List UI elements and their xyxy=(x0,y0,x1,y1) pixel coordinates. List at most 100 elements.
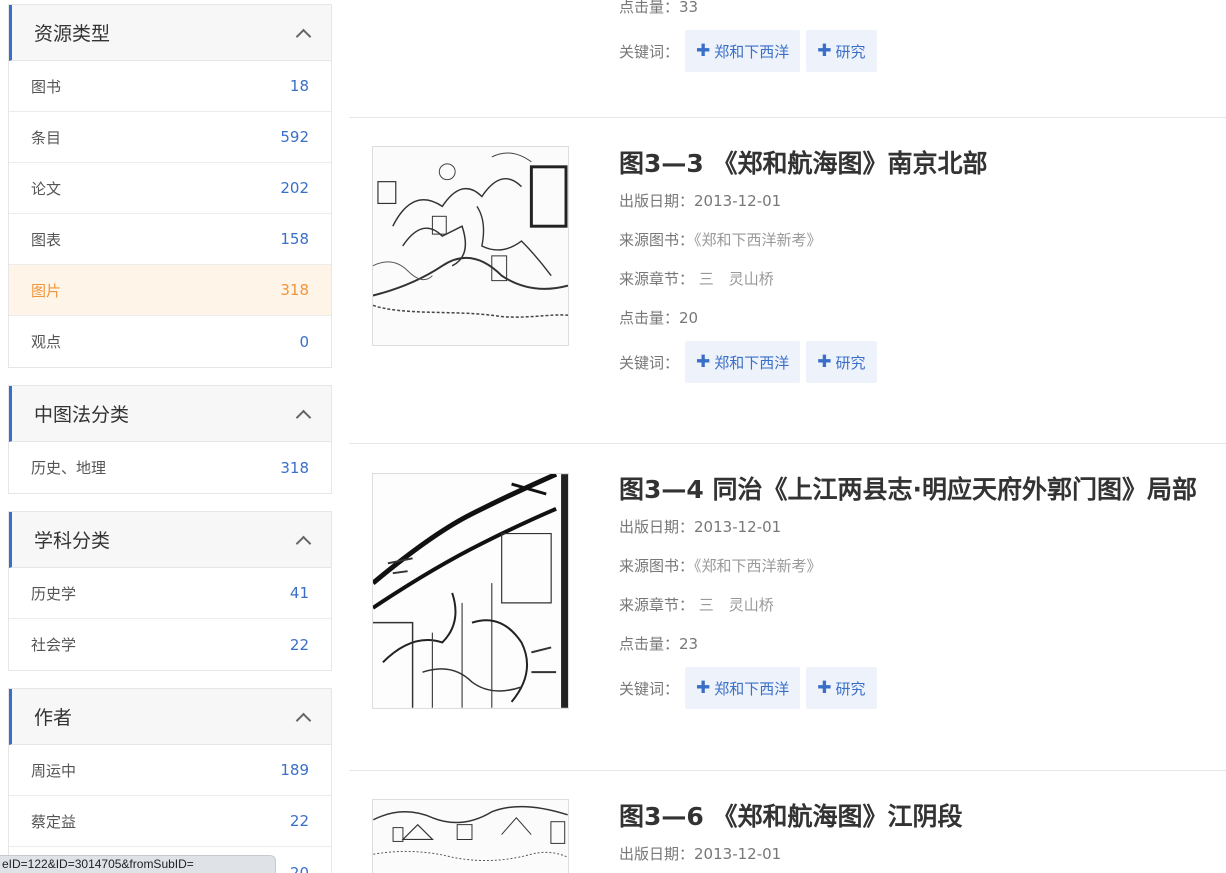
result-info: 点击量：33 关键词： ✚ 郑和下西洋 ✚ 研究 xyxy=(619,0,877,73)
facet-item-author[interactable]: 蔡定益 22 xyxy=(9,796,331,847)
keyword-tag[interactable]: ✚ 研究 xyxy=(806,667,877,709)
keyword-text: 研究 xyxy=(835,679,866,698)
facet-item-paper[interactable]: 论文 202 xyxy=(9,163,331,214)
facet-item-label: 论文 xyxy=(31,179,62,198)
map-thumbnail-image xyxy=(373,474,568,708)
keyword-label: 关键词： xyxy=(619,679,680,698)
facet-item-viewpoint[interactable]: 观点 0 xyxy=(9,316,331,367)
result-title[interactable]: 图3—6 《郑和航海图》江阴段 xyxy=(619,799,963,835)
facet-title: 中图法分类 xyxy=(34,404,130,426)
result-title[interactable]: 图3—3 《郑和航海图》南京北部 xyxy=(619,146,988,182)
facet-header[interactable]: 作者 xyxy=(9,689,331,745)
keyword-text: 郑和下西洋 xyxy=(714,353,790,372)
facet-item-label: 条目 xyxy=(31,128,62,147)
plus-icon: ✚ xyxy=(817,41,832,61)
chevron-up-icon[interactable] xyxy=(297,411,309,423)
keyword-row: 关键词： ✚ 郑和下西洋 ✚ 研究 xyxy=(619,29,877,73)
source-chapter-value: 三 灵山桥 xyxy=(698,596,774,614)
facet-item-label: 历史、地理 xyxy=(31,459,107,477)
keyword-text: 研究 xyxy=(835,353,866,372)
facet-item-label: 蔡定益 xyxy=(31,812,77,831)
source-book-link[interactable]: 《郑和下西洋新考》 xyxy=(694,231,822,249)
facet-subject: 学科分类 历史学 41 社会学 22 xyxy=(8,511,332,671)
source-book-row: 来源图书：《郑和下西洋新考》 xyxy=(619,221,988,260)
result-item: 点击量：33 关键词： ✚ 郑和下西洋 ✚ 研究 xyxy=(349,0,1226,118)
facet-item-count: 158 xyxy=(280,230,309,248)
facet-header[interactable]: 中图法分类 xyxy=(9,386,331,442)
chevron-up-icon[interactable] xyxy=(297,30,309,42)
facet-item-label: 图片 xyxy=(31,281,62,300)
result-thumbnail[interactable] xyxy=(372,146,569,346)
publish-date-row: 出版日期：2013-12-01 xyxy=(619,182,988,221)
facet-item-count: 0 xyxy=(299,332,309,351)
result-item: 图3—3 《郑和航海图》南京北部 出版日期：2013-12-01 来源图书：《郑… xyxy=(349,118,1226,444)
click-count-label: 点击量： xyxy=(619,635,680,653)
result-info: 图3—6 《郑和航海图》江阴段 出版日期：2013-12-01 xyxy=(619,799,963,873)
keyword-tag[interactable]: ✚ 研究 xyxy=(806,30,877,72)
facet-header[interactable]: 资源类型 xyxy=(9,5,331,61)
publish-date-value: 2013-12-01 xyxy=(694,518,782,536)
keyword-tag[interactable]: ✚ 研究 xyxy=(806,341,877,383)
facet-item-count: 202 xyxy=(280,179,309,197)
click-count-value: 20 xyxy=(679,309,699,327)
plus-icon: ✚ xyxy=(696,41,711,61)
result-thumbnail[interactable] xyxy=(372,473,569,709)
keyword-tag[interactable]: ✚ 郑和下西洋 xyxy=(685,30,801,72)
source-chapter-row: 来源章节： 三 灵山桥 xyxy=(619,260,988,299)
facet-item-count: 318 xyxy=(280,281,309,299)
facet-item-image[interactable]: 图片 318 xyxy=(9,265,331,316)
map-thumbnail-image xyxy=(373,800,568,873)
facet-header[interactable]: 学科分类 xyxy=(9,512,331,568)
facet-item-entry[interactable]: 条目 592 xyxy=(9,112,331,163)
click-count-row: 点击量：23 xyxy=(619,625,1197,664)
facet-item-history-geography[interactable]: 历史、地理 318 xyxy=(9,442,331,493)
facet-title: 学科分类 xyxy=(34,530,111,552)
facet-author: 作者 周运中 189 蔡定益 22 20 xyxy=(8,688,332,873)
chevron-up-icon[interactable] xyxy=(297,537,309,549)
facet-item-count: 592 xyxy=(280,128,309,146)
result-thumbnail[interactable] xyxy=(372,799,569,873)
facet-item-label: 社会学 xyxy=(31,636,77,654)
facet-item-count: 189 xyxy=(280,761,309,779)
facet-item-chart[interactable]: 图表 158 xyxy=(9,214,331,265)
facet-item-count: 18 xyxy=(289,77,309,95)
result-info: 图3—4 同治《上江两县志·明应天府外郭门图》局部 出版日期：2013-12-0… xyxy=(619,472,1197,710)
facet-item-history[interactable]: 历史学 41 xyxy=(9,568,331,619)
facet-title: 资源类型 xyxy=(34,23,111,45)
status-bar-url: eID=122&ID=3014705&fromSubID= xyxy=(0,855,276,873)
click-count-value: 23 xyxy=(679,635,699,653)
result-info: 图3—3 《郑和航海图》南京北部 出版日期：2013-12-01 来源图书：《郑… xyxy=(619,146,988,384)
facet-item-label: 图表 xyxy=(31,230,62,249)
facet-item-label: 历史学 xyxy=(31,584,77,603)
result-item: 图3—4 同治《上江两县志·明应天府外郭门图》局部 出版日期：2013-12-0… xyxy=(349,444,1226,771)
publish-date-value: 2013-12-01 xyxy=(694,192,782,210)
result-item: 图3—6 《郑和航海图》江阴段 出版日期：2013-12-01 xyxy=(349,771,1226,873)
chevron-up-icon[interactable] xyxy=(297,714,309,726)
facet-item-book[interactable]: 图书 18 xyxy=(9,61,331,112)
keyword-row: 关键词： ✚ 郑和下西洋 ✚ 研究 xyxy=(619,666,1197,710)
source-chapter-label: 来源章节： xyxy=(619,596,695,614)
keyword-tag[interactable]: ✚ 郑和下西洋 xyxy=(685,667,801,709)
facet-sidebar: 资源类型 图书 18 条目 592 论文 202 图表 158 图片 318 观… xyxy=(8,4,332,873)
plus-icon: ✚ xyxy=(696,678,711,698)
facet-item-count: 22 xyxy=(289,635,309,654)
facet-item-label: 周运中 xyxy=(31,761,77,780)
keyword-label: 关键词： xyxy=(619,353,680,372)
facet-item-label: 图书 xyxy=(31,77,62,96)
facet-item-count: 22 xyxy=(289,812,309,830)
source-book-link[interactable]: 《郑和下西洋新考》 xyxy=(694,557,822,575)
keyword-tag[interactable]: ✚ 郑和下西洋 xyxy=(685,341,801,383)
result-title[interactable]: 图3—4 同治《上江两县志·明应天府外郭门图》局部 xyxy=(619,472,1197,508)
facet-item-sociology[interactable]: 社会学 22 xyxy=(9,619,331,670)
publish-date-row: 出版日期：2013-12-01 xyxy=(619,835,963,873)
source-book-label: 来源图书： xyxy=(619,231,695,249)
facet-item-count: 41 xyxy=(289,584,309,602)
publish-date-value: 2013-12-01 xyxy=(694,845,782,863)
keyword-row: 关键词： ✚ 郑和下西洋 ✚ 研究 xyxy=(619,340,988,384)
plus-icon: ✚ xyxy=(817,678,832,698)
keyword-text: 郑和下西洋 xyxy=(714,42,790,61)
facet-title: 作者 xyxy=(34,707,73,729)
source-book-row: 来源图书：《郑和下西洋新考》 xyxy=(619,547,1197,586)
facet-item-label: 观点 xyxy=(31,333,62,351)
facet-item-author[interactable]: 周运中 189 xyxy=(9,745,331,796)
